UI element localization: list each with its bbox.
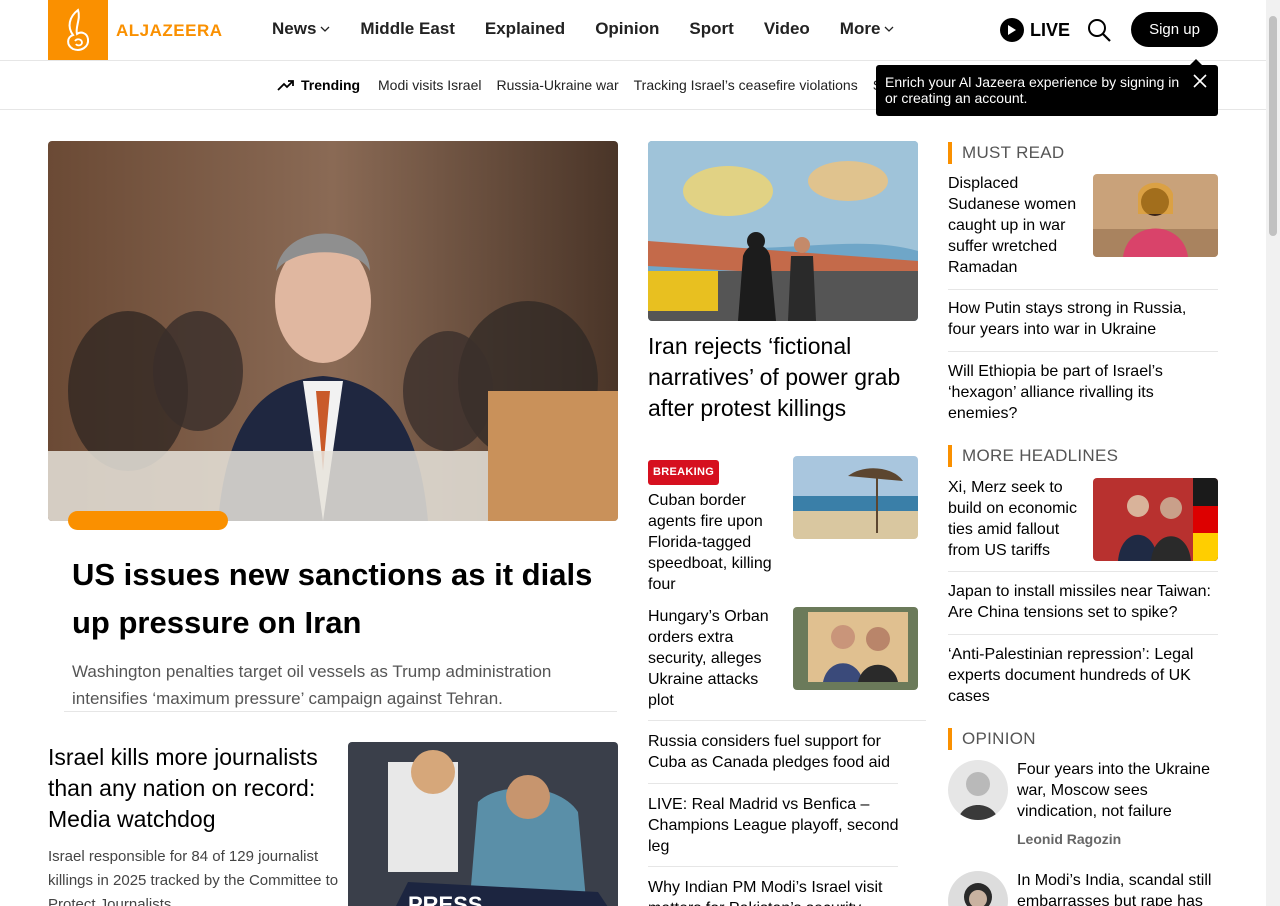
press-vest-text: PRESS (408, 892, 483, 906)
site-header: ALJAZEERA News Middle East Explained Opi… (0, 0, 1266, 61)
nav-item-label: Sport (689, 19, 734, 38)
nav-item-more[interactable]: More (840, 19, 895, 39)
story-thumbnail[interactable] (1093, 174, 1218, 257)
story-title[interactable]: Will Ethiopia be part of Israel’s ‘hexag… (948, 361, 1218, 424)
story-thumbnail[interactable] (793, 456, 918, 539)
story-thumbnail[interactable] (793, 607, 918, 690)
trending-link[interactable]: Modi visits Israel (378, 77, 481, 93)
trending-label: Trending (277, 77, 360, 93)
opinion-title[interactable]: Four years into the Ukraine war, Moscow … (1017, 759, 1217, 822)
nav-item-middle-east[interactable]: Middle East (360, 19, 454, 39)
story-title[interactable]: Iran rejects ‘fictional narratives’ of p… (648, 331, 923, 424)
divider (948, 351, 1218, 352)
logo-emblem-icon (67, 8, 90, 51)
nav-item-label: More (839, 19, 881, 38)
live-label: LIVE (1030, 19, 1071, 40)
story-title[interactable]: Russia considers fuel support for Cuba a… (648, 731, 918, 773)
author-avatar[interactable] (948, 871, 1008, 906)
nav-item-video[interactable]: Video (764, 19, 810, 39)
close-icon[interactable] (1192, 73, 1208, 89)
lead-story-title[interactable]: US issues new sanctions as it dials up p… (72, 551, 602, 647)
trending-link[interactable]: Tracking Israel’s ceasefire violations (634, 77, 858, 93)
opinion-author[interactable]: Leonid Ragozin (1017, 831, 1121, 847)
divider (948, 571, 1218, 572)
trending-links: Modi visits Israel Russia-Ukraine war Tr… (378, 77, 882, 93)
nav-item-news[interactable]: News (272, 19, 330, 39)
main-nav: News Middle East Explained Opinion Sport… (272, 19, 894, 39)
lead-story-summary: Washington penalties target oil vessels … (72, 662, 552, 708)
play-icon (1000, 18, 1024, 42)
nav-item-label: Middle East (360, 19, 455, 38)
nav-item-label: News (272, 19, 317, 38)
story-title[interactable]: Xi, Merz seek to build on economic ties … (948, 477, 1088, 561)
page-scrollbar[interactable] (1266, 0, 1280, 906)
chevron-down-icon (320, 26, 330, 32)
story-summary: Israel responsible for 84 of 129 journal… (48, 848, 339, 906)
scrollbar-thumb[interactable] (1269, 16, 1277, 236)
aljazeera-logo[interactable] (48, 0, 108, 60)
divider (948, 634, 1218, 635)
trending-link[interactable]: Russia-Ukraine war (496, 77, 618, 93)
opinion-title[interactable]: In Modi’s India, scandal still embarrass… (1017, 870, 1217, 906)
divider (648, 720, 926, 721)
story-image[interactable] (648, 141, 918, 321)
story-title[interactable]: ‘Anti-Palestinian repression’: Legal exp… (948, 644, 1218, 707)
story-title[interactable]: Why Indian PM Modi’s Israel visit matter… (648, 877, 918, 906)
story-title[interactable]: Japan to install missiles near Taiwan: A… (948, 581, 1218, 623)
logo-wordmark[interactable]: ALJAZEERA (116, 21, 223, 41)
story-title[interactable]: Displaced Sudanese women caught up in wa… (948, 173, 1083, 278)
story-item[interactable]: BREAKING Cuban border agents fire upon F… (648, 460, 788, 595)
nav-item-label: Video (763, 19, 810, 38)
trending-up-icon (277, 80, 294, 91)
divider (948, 289, 1218, 290)
live-button[interactable]: LIVE (1000, 18, 1070, 42)
section-heading-more-headlines: MORE HEADLINES (948, 445, 1118, 467)
nav-item-opinion[interactable]: Opinion (595, 19, 659, 39)
divider (648, 866, 898, 867)
divider (648, 783, 898, 784)
story-title[interactable]: Hungary’s Orban orders extra security, a… (648, 606, 788, 711)
nav-item-explained[interactable]: Explained (485, 19, 565, 39)
story-title[interactable]: Cuban border agents fire upon Florida-ta… (648, 490, 788, 595)
nav-item-label: Explained (484, 19, 566, 38)
chevron-down-icon (884, 26, 894, 32)
story-image[interactable]: PRESS (348, 742, 618, 906)
section-heading-must-read: MUST READ (948, 142, 1065, 164)
search-icon[interactable] (1086, 17, 1112, 43)
prompt-text: Enrich your Al Jazeera experience by sig… (885, 74, 1180, 106)
nav-item-sport[interactable]: Sport (689, 19, 733, 39)
section-heading-opinion: OPINION (948, 728, 1036, 750)
author-avatar[interactable] (948, 760, 1008, 820)
sign-in-prompt: Enrich your Al Jazeera experience by sig… (876, 59, 1218, 116)
story-title[interactable]: How Putin stays strong in Russia, four y… (948, 298, 1218, 340)
lead-story-image[interactable] (48, 141, 618, 521)
story-title[interactable]: Israel kills more journalists than any n… (48, 742, 340, 835)
nav-item-label: Opinion (595, 19, 660, 38)
story-thumbnail[interactable] (1093, 478, 1218, 561)
sign-up-button[interactable]: Sign up (1131, 12, 1218, 47)
breaking-badge: BREAKING (648, 460, 720, 485)
divider (64, 711, 617, 712)
lead-story-tag (68, 511, 228, 530)
story-title[interactable]: LIVE: Real Madrid vs Benfica – Champions… (648, 794, 918, 857)
